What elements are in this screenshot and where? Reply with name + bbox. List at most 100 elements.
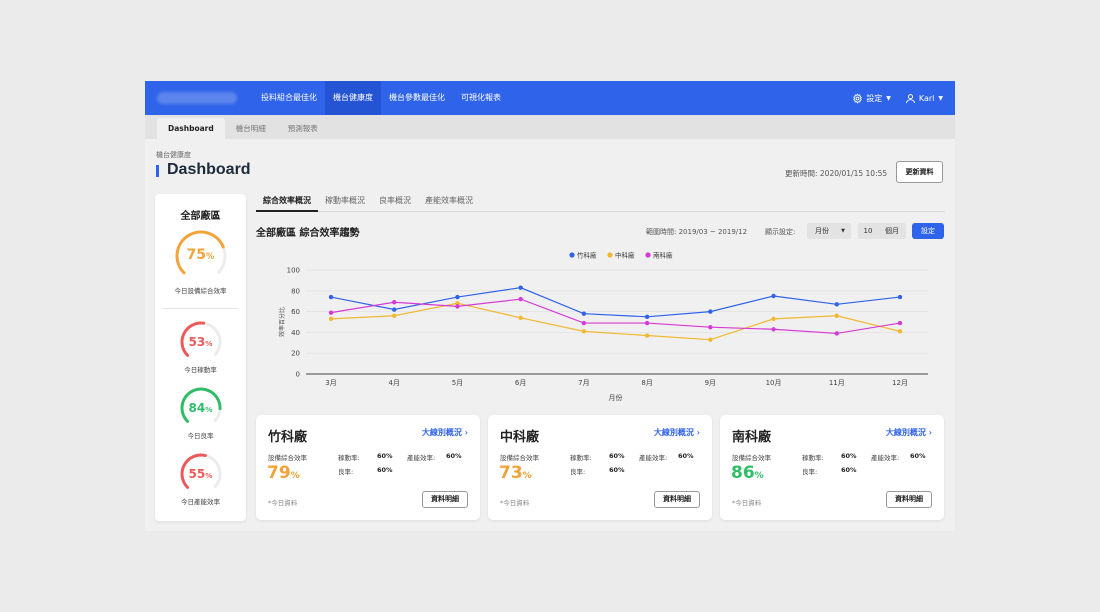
data-point <box>834 331 839 336</box>
oee-value: 79% <box>267 463 300 483</box>
gauge-number: 53 <box>188 334 206 349</box>
data-point <box>518 296 523 302</box>
line-overview-label: 大線別概況 <box>421 428 462 437</box>
factory-card: 中科廠 大線別概況 › 設備綜合效率 73% 稼動率: 60% 良率: 60% 產能效率: 60%… <box>488 415 712 520</box>
factory-name: 竹科廠 <box>268 430 308 445</box>
data-point <box>897 294 903 300</box>
tab-utilization-overview[interactable]: 稼動率概況 <box>318 194 372 212</box>
tab-yield-overview[interactable]: 良率概況 <box>372 194 418 212</box>
y-tick-label: 100 <box>287 267 300 275</box>
legend-label: 南科廠 <box>653 251 673 260</box>
data-point <box>771 293 776 299</box>
gauge-unit: % <box>205 404 213 414</box>
capacity-stat: 產能效率: 60% <box>407 452 462 462</box>
series-line-1 <box>330 302 901 341</box>
subtab-machine-details[interactable]: 機台明細 <box>225 118 277 139</box>
period-unit-select[interactable]: 月份 ▼ <box>807 223 851 239</box>
subtab-forecast-report[interactable]: 預測報表 <box>277 118 329 139</box>
period-unit-value: 月份 <box>815 227 829 235</box>
metric-tabs: 綜合效率概況 稼動率概況 良率概況 產能效率概況 <box>256 194 945 212</box>
sub-tab-bar: Dashboard 機台明細 預測報表 <box>145 115 955 139</box>
line-overview-link[interactable]: 大線別概況 › <box>886 427 932 438</box>
brand-logo[interactable] <box>157 92 237 104</box>
stat-label: 稼動率: <box>570 454 592 462</box>
stat-value: 60% <box>609 466 625 474</box>
menu-item-parameter-optimization[interactable]: 機台參數最佳化 <box>381 81 453 115</box>
yield-stat: 良率: 60% <box>338 466 393 476</box>
data-point <box>581 329 587 334</box>
x-tick-label: 5月 <box>452 379 463 387</box>
gauge-yield: 84% <box>178 385 224 431</box>
gear-icon <box>853 92 863 104</box>
nav-right: 設定 ▼ Karl ▼ <box>838 81 943 115</box>
user-name: Karl <box>918 93 935 103</box>
menu-item-feed-optimization[interactable]: 投料組合最佳化 <box>253 81 325 115</box>
stat-value: 60% <box>377 466 393 474</box>
data-note: *今日資料 <box>268 499 298 507</box>
stat-value: 60% <box>910 452 926 460</box>
x-tick-label: 3月 <box>325 379 336 387</box>
chevron-right-icon: › <box>696 428 700 437</box>
data-point <box>897 320 903 326</box>
data-detail-button[interactable]: 資料明細 <box>886 491 932 508</box>
gauge-value: 84% <box>178 401 224 415</box>
refresh-data-button[interactable]: 更新資料 <box>896 161 943 183</box>
factory-card: 竹科廠 大線別概況 › 設備綜合效率 79% 稼動率: 60% 良率: 60% 產能效率: 60%… <box>256 415 480 520</box>
data-point <box>897 329 903 334</box>
stat-value: 60% <box>841 452 857 460</box>
factory-name: 南科廠 <box>732 430 772 445</box>
line-overview-link[interactable]: 大線別概況 › <box>422 427 468 438</box>
data-point <box>771 327 776 332</box>
data-point <box>455 294 460 300</box>
stat-value: 60% <box>377 452 393 460</box>
tab-oee-overview[interactable]: 綜合效率概況 <box>256 194 318 212</box>
settings-menu-button[interactable]: 設定 ▼ <box>852 92 891 104</box>
gauge-value: 75% <box>173 247 229 263</box>
tab-capacity-overview[interactable]: 產能效率概況 <box>418 194 480 212</box>
gauge-number: 75 <box>186 247 207 264</box>
oee-label: 設備綜合效率 <box>500 454 539 462</box>
date-range: 範圍時間: 2019/03 ~ 2019/12 <box>646 228 748 236</box>
oee-number: 86 <box>731 463 755 483</box>
series-line-0 <box>330 287 901 318</box>
oee-label: 設備綜合效率 <box>732 454 771 462</box>
apply-settings-button[interactable]: 設定 <box>912 223 944 239</box>
data-note: *今日資料 <box>732 499 762 507</box>
legend-marker <box>645 252 651 258</box>
data-detail-button[interactable]: 資料明細 <box>422 491 468 508</box>
data-point <box>328 294 334 300</box>
oee-unit: % <box>290 471 300 481</box>
gauge-unit: % <box>205 470 213 480</box>
oee-number: 79 <box>267 463 291 483</box>
data-point <box>392 300 397 305</box>
caret-down-icon: ▼ <box>886 94 891 102</box>
oee-value: 86% <box>731 463 764 483</box>
updated-time: 更新時間: 2020/01/15 10:55 <box>785 169 888 178</box>
period-count-input[interactable]: 10 <box>858 223 878 239</box>
x-tick-label: 9月 <box>705 379 716 387</box>
data-detail-button[interactable]: 資料明細 <box>654 491 700 508</box>
y-tick-label: 60 <box>291 308 300 316</box>
x-axis-label: 月份 <box>609 393 623 402</box>
breadcrumb[interactable]: 機台健康度 <box>156 150 191 160</box>
data-point <box>644 320 650 326</box>
gauge-value: 53% <box>178 335 224 349</box>
y-tick-label: 20 <box>291 350 300 358</box>
gauge-utilization: 53% <box>178 319 224 365</box>
factory-name: 中科廠 <box>500 430 540 445</box>
utilization-stat: 稼動率: 60% <box>570 452 625 462</box>
subtab-dashboard[interactable]: Dashboard <box>157 118 225 139</box>
menu-item-machine-health[interactable]: 機台健康度 <box>325 81 381 115</box>
user-menu-button[interactable]: Karl ▼ <box>905 93 943 104</box>
yield-stat: 良率: 60% <box>802 466 857 476</box>
yield-stat: 良率: 60% <box>570 466 625 476</box>
display-settings-label: 顯示設定: <box>765 228 796 236</box>
period-count-unit: 個月 <box>878 223 906 239</box>
data-point <box>581 311 587 316</box>
menu-item-visual-reports[interactable]: 可視化報表 <box>453 81 509 115</box>
app-window: 投料組合最佳化 機台健康度 機台參數最佳化 可視化報表 設定 ▼ Karl ▼ … <box>145 81 955 531</box>
gauge-unit: % <box>205 338 213 348</box>
data-point <box>581 320 587 326</box>
line-overview-link[interactable]: 大線別概況 › <box>654 427 700 438</box>
stat-label: 產能效率: <box>871 454 900 462</box>
